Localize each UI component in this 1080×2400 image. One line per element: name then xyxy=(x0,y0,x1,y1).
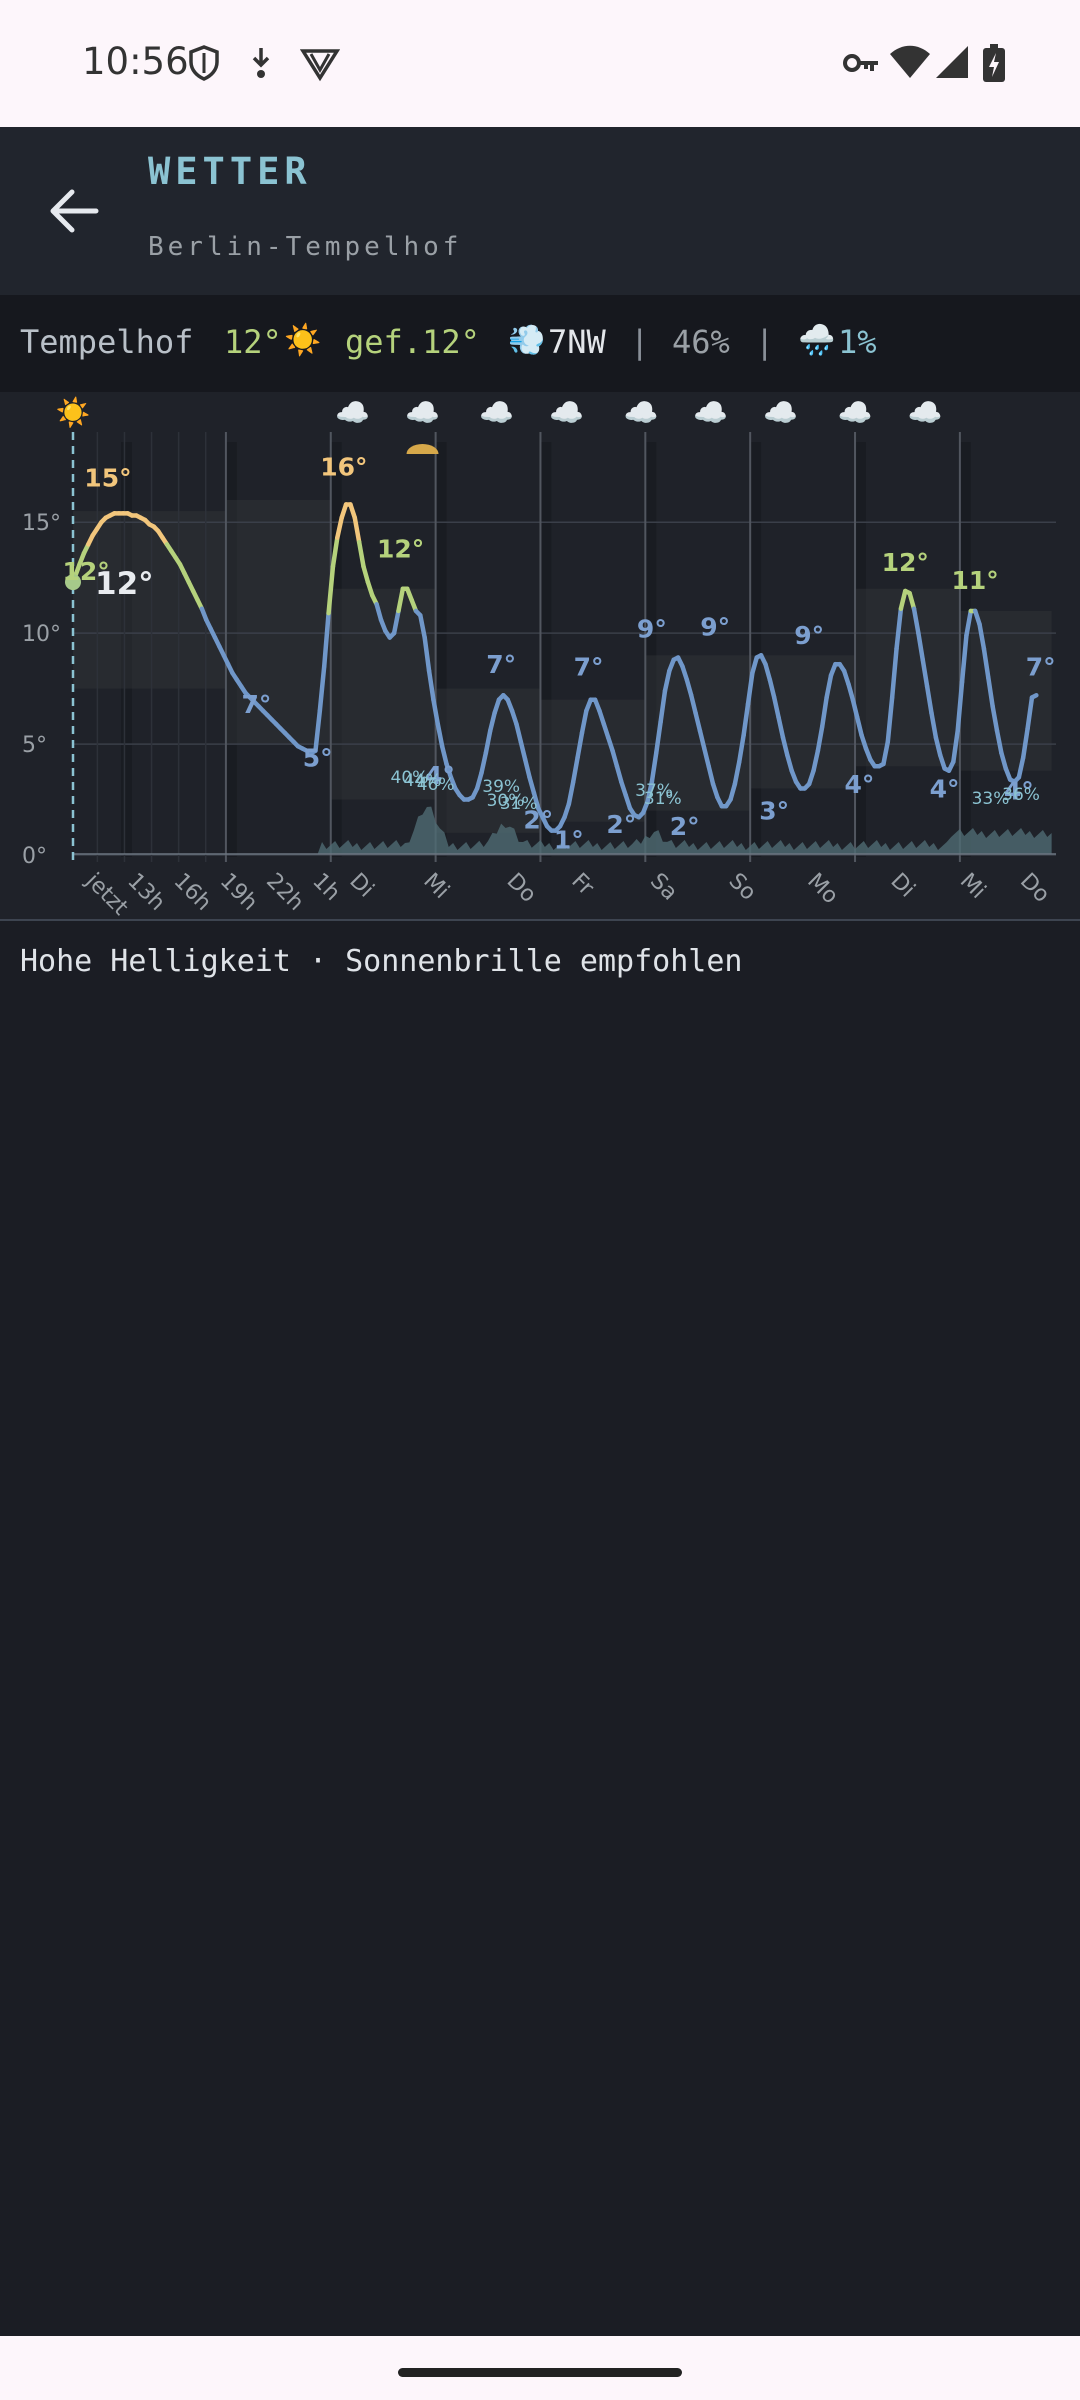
precipitation-label: 46% xyxy=(417,775,455,795)
cloud-icon: ☁️ xyxy=(763,396,798,429)
temperature-label: 7° xyxy=(242,690,272,719)
temperature-label: 9° xyxy=(637,615,667,644)
temperature-label: 3° xyxy=(759,797,789,826)
status-time: 10:56 xyxy=(82,40,189,83)
temperature-label: 7° xyxy=(1026,652,1056,681)
daily-range-box xyxy=(750,655,856,789)
daily-range-box xyxy=(959,610,1052,771)
home-handle[interactable] xyxy=(398,2368,682,2377)
temperature-chart: 15° 10° 5° 0° jetzt 13h 16h 19h 22h 1h Di Mi Do Fr Sa S… xyxy=(0,392,1080,921)
cloud-icon: ☁️ xyxy=(405,396,440,429)
y-tick-label: 10° xyxy=(22,622,61,647)
temperature-label: 12° xyxy=(882,548,929,577)
summary-feels-like: gef.12° xyxy=(345,323,480,361)
wifi-icon xyxy=(890,45,930,78)
temperature-label: 9° xyxy=(794,621,824,650)
signal-icon xyxy=(936,46,968,78)
temperature-segment xyxy=(1029,693,1039,700)
summary-location: Tempelhof xyxy=(20,323,194,361)
cloud-icon: ☁️ xyxy=(838,396,873,429)
vpn-icon xyxy=(300,49,340,82)
temperature-label: 7° xyxy=(486,650,516,679)
summary-separator: | xyxy=(755,323,775,361)
rain-icon: 🌧️ xyxy=(798,323,836,358)
location-subtitle: Berlin-Tempelhof xyxy=(148,232,463,262)
battery-charging-icon xyxy=(983,44,1005,82)
temperature-label: 2° xyxy=(606,810,636,839)
summary-humidity: 46% xyxy=(672,323,730,361)
y-tick-label: 0° xyxy=(22,844,47,869)
divider xyxy=(0,919,1080,921)
back-arrow-icon[interactable] xyxy=(46,186,102,236)
summary-temperature: 12° xyxy=(224,323,282,361)
night-band xyxy=(750,442,762,857)
summary-wind: 7NW xyxy=(548,323,606,361)
precipitation-label: 31% xyxy=(500,794,538,814)
temperature-label: 2° xyxy=(670,812,700,841)
temperature-label: 7° xyxy=(574,652,604,681)
temperature-label: 1° xyxy=(554,825,584,854)
cloud-icon: ☁️ xyxy=(549,396,584,429)
cloud-icon: ☁️ xyxy=(693,396,728,429)
cloud-icon: ☁️ xyxy=(479,396,514,429)
temperature-label: 5° xyxy=(303,743,333,772)
temperature-label: 12° xyxy=(377,535,424,564)
y-tick-label: 15° xyxy=(22,511,61,536)
shield-icon xyxy=(189,45,219,81)
precipitation-label: 36% xyxy=(1002,785,1040,805)
sun-icon: ☀️ xyxy=(56,395,91,429)
page-title: WETTER xyxy=(148,150,312,193)
download-icon xyxy=(252,48,270,78)
cloud-icon: ☁️ xyxy=(335,396,370,429)
temperature-label: 9° xyxy=(700,612,730,641)
y-tick-label: 5° xyxy=(22,733,47,758)
status-bar: 10:56 xyxy=(0,0,1080,127)
wind-icon: 💨 xyxy=(508,323,546,358)
cloud-icon: ☁️ xyxy=(624,396,659,429)
chart-svg: 15°10°5°0°jetzt13h16h19h22h1h Di Mi Do Fr Sa S… xyxy=(0,392,1080,921)
temperature-label: 4° xyxy=(844,770,874,799)
weather-summary: Tempelhof 12° ☀️ gef.12° 💨 7NW | 46% | 🌧… xyxy=(0,295,1080,394)
key-icon xyxy=(843,54,878,72)
sun-icon: ☀️ xyxy=(284,323,322,358)
daily-range-box xyxy=(855,588,960,767)
temperature-label: 15° xyxy=(84,464,131,493)
summary-precipitation: 1% xyxy=(838,323,877,361)
precipitation-label: 31% xyxy=(644,789,682,809)
temperature-label: 11° xyxy=(952,566,999,595)
temperature-label: 4° xyxy=(930,774,960,803)
cloud-icon: ☁️ xyxy=(907,396,942,429)
summary-separator: | xyxy=(630,323,650,361)
advice-text: Hohe Helligkeit · Sonnenbrille empfohlen xyxy=(20,944,743,979)
temperature-label: 16° xyxy=(320,453,367,482)
now-temperature-label: 12° xyxy=(95,566,154,602)
